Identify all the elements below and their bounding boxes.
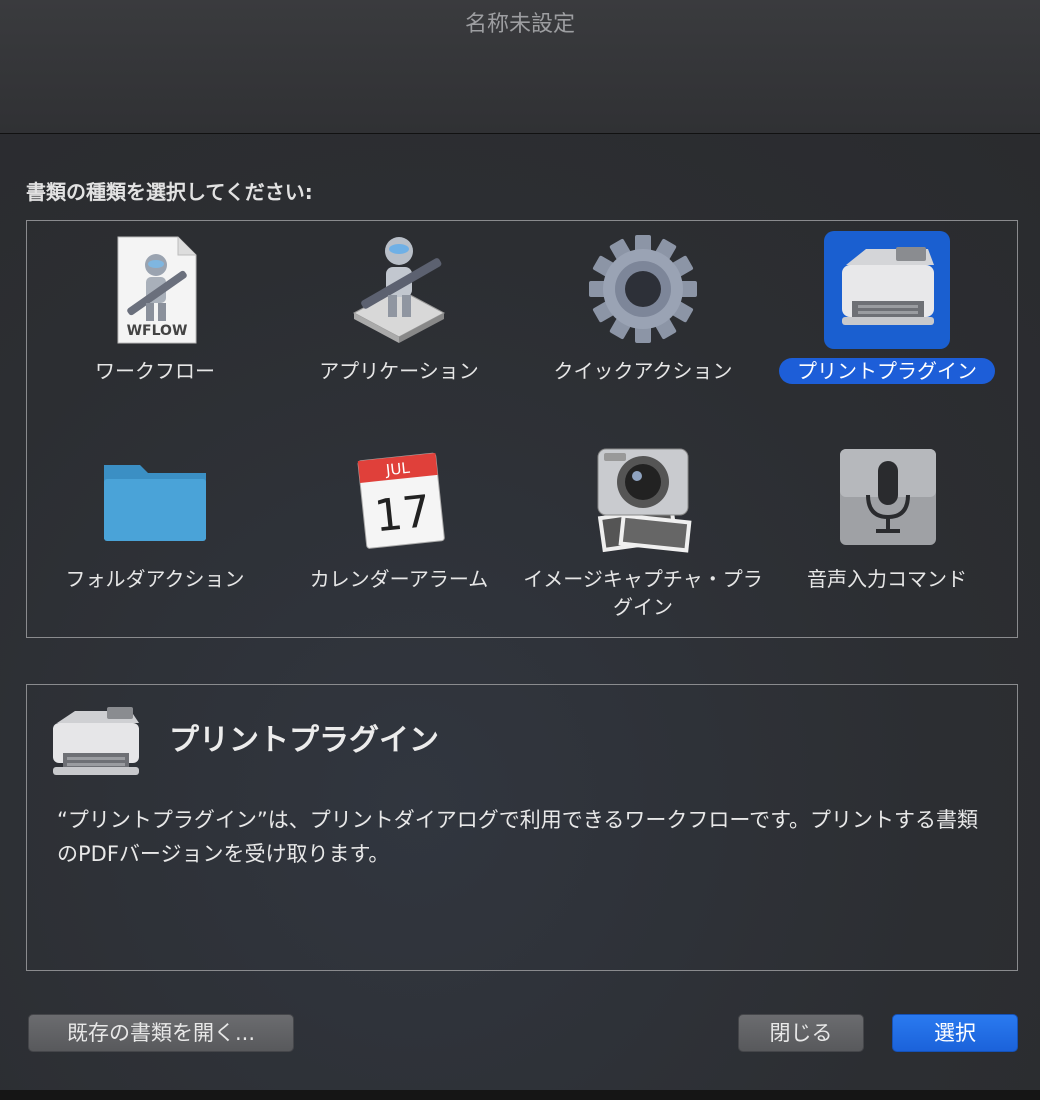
open-existing-button[interactable]: 既存の書類を開く... bbox=[28, 1014, 294, 1052]
automator-robot-icon bbox=[336, 231, 462, 349]
type-label: イメージキャプチャ・プラグイン bbox=[523, 567, 763, 619]
type-workflow[interactable]: WFLOW ワークフロー bbox=[35, 225, 275, 425]
camera-icon bbox=[580, 439, 706, 557]
description-title: プリントプラグイン bbox=[169, 723, 439, 758]
calendar-icon: JUL 17 bbox=[336, 439, 462, 557]
printer-icon bbox=[49, 701, 143, 781]
description-text: “プリントプラグイン”は、プリントダイアログで利用できるワークフローです。プリン… bbox=[57, 808, 978, 866]
type-label: プリントプラグイン bbox=[767, 357, 1007, 385]
folder-icon bbox=[92, 439, 218, 557]
gear-icon bbox=[580, 231, 706, 349]
type-label: ワークフロー bbox=[95, 359, 215, 383]
printer-icon bbox=[824, 231, 950, 349]
type-application[interactable]: アプリケーション bbox=[279, 225, 519, 425]
window-title: 名称未設定 bbox=[464, 12, 575, 37]
title-bar: 名称未設定 bbox=[0, 0, 1040, 134]
type-quick-action[interactable]: クイックアクション bbox=[523, 225, 763, 425]
type-dictation-command[interactable]: 音声入力コマンド bbox=[767, 433, 1007, 633]
workflow-file-icon: WFLOW bbox=[92, 231, 218, 349]
calendar-day: 17 bbox=[372, 486, 433, 543]
calendar-month: JUL bbox=[384, 459, 411, 480]
close-button[interactable]: 閉じる bbox=[738, 1014, 864, 1052]
type-label: クイックアクション bbox=[553, 359, 733, 383]
choose-button[interactable]: 選択 bbox=[892, 1014, 1018, 1052]
prompt-label: 書類の種類を選択してください: bbox=[26, 180, 313, 204]
type-label: アプリケーション bbox=[319, 359, 479, 383]
type-label: 音声入力コマンド bbox=[807, 567, 967, 591]
type-calendar-alarm[interactable]: JUL 17 カレンダーアラーム bbox=[279, 433, 519, 633]
description-panel: プリントプラグイン “プリントプラグイン”は、プリントダイアログで利用できるワー… bbox=[26, 684, 1018, 971]
wflow-badge: WFLOW bbox=[127, 323, 188, 339]
type-folder-action[interactable]: フォルダアクション bbox=[35, 433, 275, 633]
type-label: カレンダーアラーム bbox=[309, 567, 489, 591]
type-print-plugin[interactable]: プリントプラグイン bbox=[767, 225, 1007, 425]
type-image-capture-plugin[interactable]: イメージキャプチャ・プラグイン bbox=[523, 433, 763, 633]
document-type-grid: WFLOW ワークフロー アプリケーション クイックアクション プリントプラグイ… bbox=[26, 220, 1018, 638]
microphone-icon bbox=[824, 439, 950, 557]
type-label: フォルダアクション bbox=[65, 567, 245, 591]
window-bottom-edge bbox=[0, 1090, 1040, 1100]
